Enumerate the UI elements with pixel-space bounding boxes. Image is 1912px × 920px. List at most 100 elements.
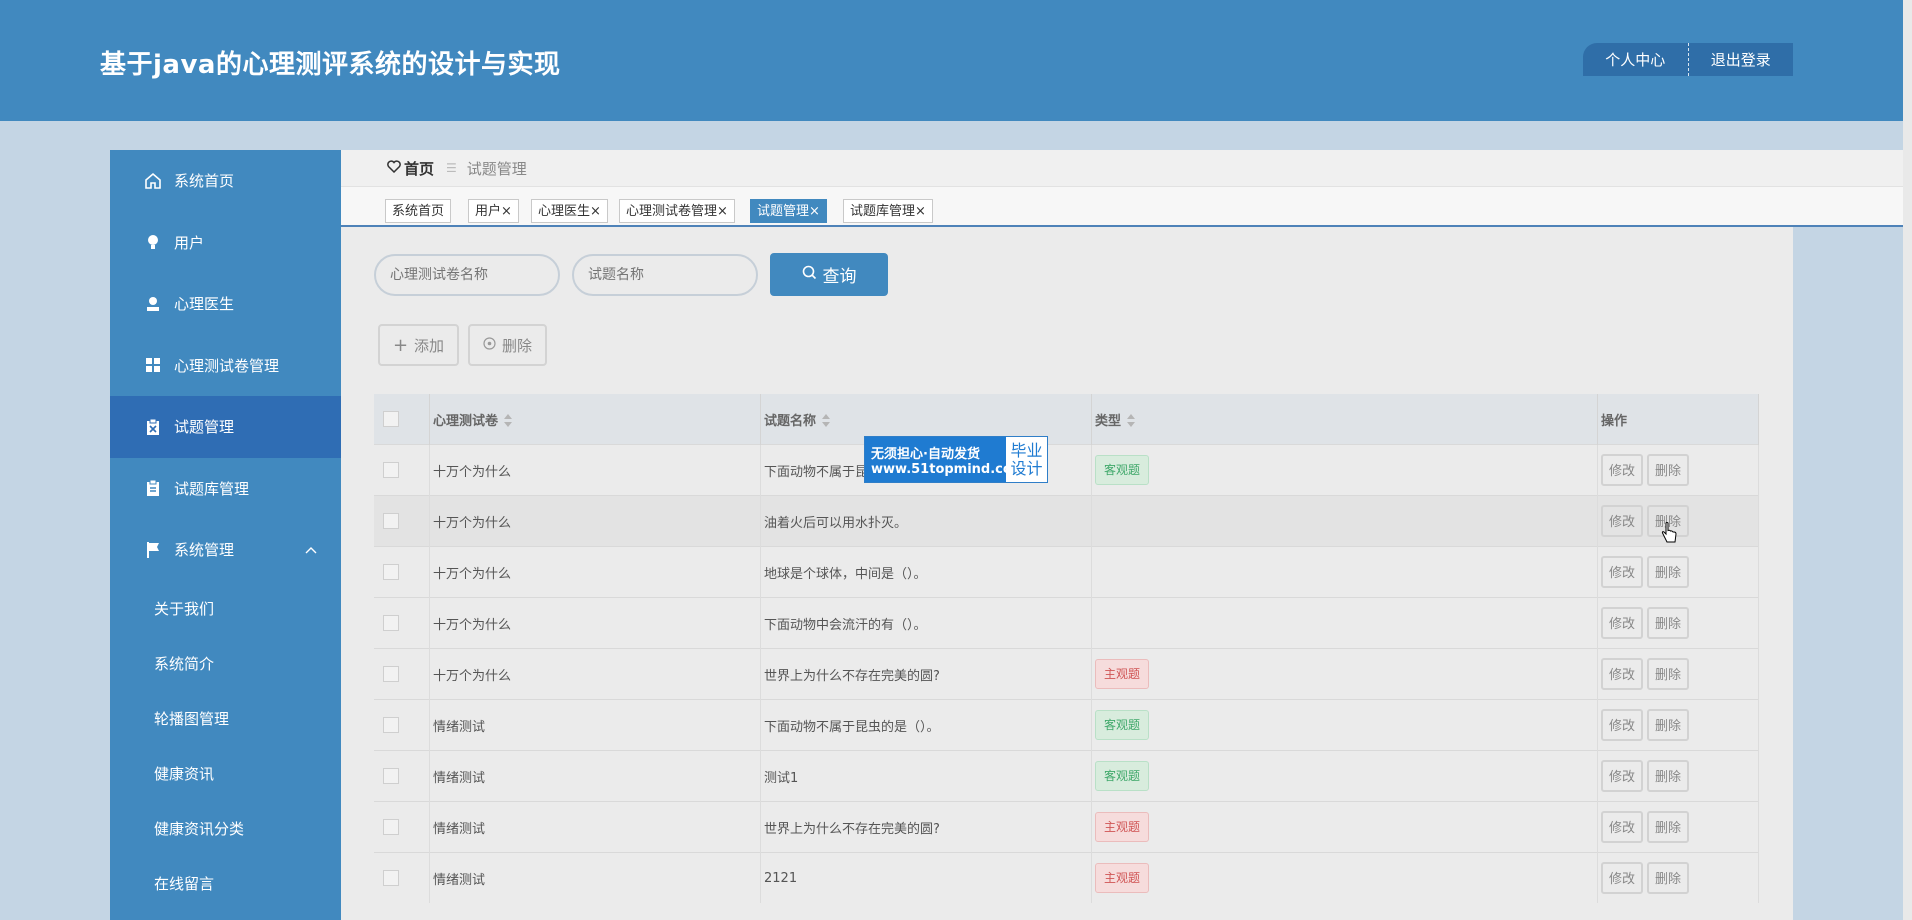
edit-button[interactable]: 修改 [1601, 658, 1643, 690]
bulb-icon [144, 233, 162, 251]
cell-type: 客观题 [1091, 699, 1598, 751]
tab-close-icon[interactable]: × [501, 204, 512, 219]
sidebar-item-doctors[interactable]: 心理医生 [110, 273, 341, 335]
cell-actions: 修改删除 [1597, 750, 1759, 802]
delete-button[interactable]: 删除 [1647, 556, 1689, 588]
app-header: 基于java的心理测评系统的设计与实现 个人中心 退出登录 [0, 0, 1903, 121]
row-checkbox[interactable] [383, 819, 399, 835]
grid-icon [144, 356, 162, 374]
type-badge: 主观题 [1095, 659, 1150, 689]
edit-button[interactable]: 修改 [1601, 454, 1643, 486]
delete-button[interactable]: 删除 [1647, 658, 1689, 690]
watermark-banner: 无须担心·自动发货 www.51topmind.com 毕业 设计 [864, 436, 1048, 483]
tab-test-papers[interactable]: 心理测试卷管理× [619, 199, 735, 223]
delete-button[interactable]: 删除 [1647, 811, 1689, 843]
delete-button[interactable]: 删除 [1647, 862, 1689, 894]
query-button[interactable]: 查询 [770, 253, 888, 296]
row-checkbox[interactable] [383, 462, 399, 478]
column-header-actions: 操作 [1597, 394, 1759, 445]
query-button-label: 查询 [822, 267, 857, 287]
search-icon [802, 265, 817, 285]
cell-type [1091, 546, 1598, 598]
row-checkbox[interactable] [383, 564, 399, 580]
delete-button[interactable]: 删除 [1647, 709, 1689, 741]
sidebar-item-home[interactable]: 系统首页 [110, 150, 341, 212]
batch-delete-button[interactable]: 删除 [468, 324, 547, 366]
delete-button[interactable]: 删除 [1647, 607, 1689, 639]
cell-type [1091, 597, 1598, 649]
edit-button[interactable]: 修改 [1601, 811, 1643, 843]
tab-close-icon[interactable]: × [809, 204, 820, 219]
sort-icon[interactable] [822, 414, 831, 428]
tab-home[interactable]: 系统首页 [385, 199, 452, 223]
edit-button[interactable]: 修改 [1601, 760, 1643, 792]
tab-close-icon[interactable]: × [717, 204, 728, 219]
row-checkbox[interactable] [383, 615, 399, 631]
logout-button[interactable]: 退出登录 [1689, 49, 1794, 70]
sidebar-item-test-papers[interactable]: 心理测试卷管理 [110, 335, 341, 397]
tab-label: 试题管理 [757, 204, 810, 219]
breadcrumb-separator-icon: ☰ [446, 161, 457, 175]
sidebar-subitem-news[interactable]: 健康资讯 [110, 746, 341, 801]
cell-question: 测试1 [760, 750, 1092, 802]
tab-label: 心理测试卷管理 [626, 204, 718, 219]
tab-users[interactable]: 用户× [468, 199, 519, 223]
row-checkbox[interactable] [383, 870, 399, 886]
row-checkbox[interactable] [383, 717, 399, 733]
watermark-right2: 设计 [1010, 458, 1043, 478]
cell-question: 2121 [760, 852, 1092, 903]
type-badge: 客观题 [1095, 761, 1150, 791]
edit-button[interactable]: 修改 [1601, 556, 1643, 588]
sidebar-item-questions[interactable]: 试题管理 [110, 396, 341, 458]
sidebar-item-label: 试题管理 [174, 418, 235, 437]
watermark-right: 毕业 设计 [1006, 437, 1047, 482]
cell-question: 油着火后可以用水扑灭。 [760, 495, 1092, 547]
column-header-paper[interactable]: 心理测试卷 [429, 394, 761, 445]
edit-button[interactable]: 修改 [1601, 505, 1643, 537]
edit-button[interactable]: 修改 [1601, 607, 1643, 639]
sidebar-subitem-news-category[interactable]: 健康资讯分类 [110, 801, 341, 856]
row-checkbox[interactable] [383, 666, 399, 682]
row-checkbox[interactable] [383, 768, 399, 784]
sidebar-item-question-bank[interactable]: 试题库管理 [110, 458, 341, 520]
window-scrollbar[interactable] [1903, 0, 1912, 920]
profile-button[interactable]: 个人中心 [1583, 49, 1688, 70]
tab-question-bank[interactable]: 试题库管理× [843, 199, 933, 223]
edit-button[interactable]: 修改 [1601, 709, 1643, 741]
paper-name-input[interactable] [374, 254, 560, 296]
tab-doctors[interactable]: 心理医生× [531, 199, 608, 223]
tab-close-icon[interactable]: × [915, 204, 926, 219]
cell-type: 主观题 [1091, 801, 1598, 853]
watermark-line2: www.51topmind.com [871, 461, 1026, 477]
sidebar-item-system[interactable]: 系统管理 [110, 519, 341, 581]
select-all-checkbox[interactable] [383, 411, 399, 427]
add-button[interactable]: + 添加 [378, 324, 459, 366]
question-name-input[interactable] [572, 254, 758, 296]
sort-icon[interactable] [1127, 414, 1136, 428]
delete-button[interactable]: 删除 [1647, 454, 1689, 486]
cell-type: 客观题 [1091, 444, 1598, 496]
row-checkbox[interactable] [383, 513, 399, 529]
tab-close-icon[interactable]: × [590, 204, 601, 219]
table-row: 十万个为什么 世界上为什么不存在完美的圆? 主观题 修改 删除 [374, 648, 1759, 700]
cell-actions: 修改删除 [1597, 801, 1759, 853]
cell-type: 客观题 [1091, 750, 1598, 802]
column-header-type[interactable]: 类型 [1091, 394, 1598, 445]
sidebar-subitem-about[interactable]: 关于我们 [110, 581, 341, 636]
delete-button[interactable]: 删除 [1647, 760, 1689, 792]
main-content: 首页 ☰ 试题管理 系统首页 用户× 心理医生× 心理测试卷管理× 试题管理× … [341, 150, 1903, 920]
sidebar-subitem-intro[interactable]: 系统简介 [110, 636, 341, 691]
watermark-right1: 毕业 [1010, 440, 1043, 460]
cell-type: 主观题 [1091, 852, 1598, 903]
hand-cursor-icon [1661, 522, 1677, 548]
sidebar-subitem-carousel[interactable]: 轮播图管理 [110, 691, 341, 746]
app-title: 基于java的心理测评系统的设计与实现 [100, 50, 561, 80]
cell-paper: 十万个为什么 [429, 546, 761, 598]
sort-icon[interactable] [504, 414, 513, 428]
edit-button[interactable]: 修改 [1601, 862, 1643, 894]
cell-actions: 修改删除 [1597, 495, 1759, 547]
tab-questions[interactable]: 试题管理× [750, 199, 827, 223]
sidebar-item-users[interactable]: 用户 [110, 212, 341, 274]
sidebar-subitem-messages[interactable]: 在线留言 [110, 856, 341, 911]
breadcrumb-home[interactable]: 首页 [387, 158, 434, 179]
